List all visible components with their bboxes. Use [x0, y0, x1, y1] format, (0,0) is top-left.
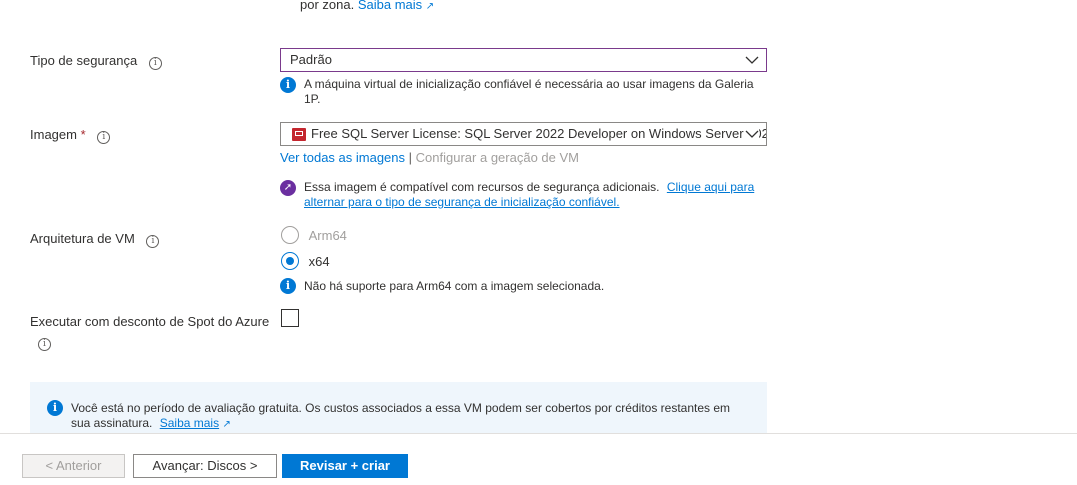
security-type-label: Tipo de segurança	[30, 53, 138, 68]
next-disks-button[interactable]: Avançar: Discos >	[133, 454, 277, 478]
vm-architecture-label-row: Arquitetura de VM i	[30, 231, 160, 248]
trial-learn-more-link[interactable]: Saiba mais	[160, 416, 219, 430]
image-notice: ➚ Essa imagem é compatível com recursos …	[280, 180, 755, 210]
required-mark: *	[80, 127, 86, 142]
image-value: Free SQL Server License: SQL Server 2022…	[311, 126, 766, 141]
chevron-down-icon	[745, 56, 759, 64]
radio-arm64-label: Arm64	[308, 227, 347, 243]
spot-label: Executar com desconto de Spot do Azure	[30, 314, 270, 329]
rocket-icon: ➚	[280, 180, 296, 196]
configure-vm-generation-link[interactable]: Configurar a geração de VM	[416, 150, 579, 165]
image-label: Imagem	[30, 127, 77, 142]
image-notice-text: Essa imagem é compatível com recursos de…	[304, 180, 660, 194]
security-type-value: Padrão	[290, 52, 332, 67]
info-icon[interactable]: i	[38, 338, 51, 351]
image-label-row: Imagem * i	[30, 127, 111, 144]
info-icon: i	[47, 400, 63, 416]
top-note: por zona. Saiba mais ↗	[300, 0, 434, 12]
radio-option-arm64[interactable]: Arm64	[281, 226, 347, 244]
info-icon[interactable]: i	[97, 131, 111, 144]
security-type-select[interactable]: Padrão	[280, 48, 767, 72]
security-type-label-row: Tipo de segurança i	[30, 53, 162, 70]
review-create-button[interactable]: Revisar + criar	[282, 454, 408, 478]
sql-server-logo-icon	[292, 128, 306, 141]
image-links: Ver todas as imagens | Configurar a gera…	[280, 150, 579, 165]
security-type-info-text: A máquina virtual de inicialização confi…	[304, 77, 754, 106]
footer-divider	[0, 433, 1077, 434]
see-all-images-link[interactable]: Ver todas as imagens	[280, 150, 405, 165]
vm-architecture-info-text: Não há suporte para Arm64 com a imagem s…	[304, 279, 605, 293]
top-note-learn-more-link[interactable]: Saiba mais	[358, 0, 422, 12]
info-icon[interactable]: i	[146, 235, 160, 248]
external-link-icon: ↗	[425, 1, 435, 12]
vm-architecture-label: Arquitetura de VM	[30, 231, 135, 246]
trial-banner: i Você está no período de avaliação grat…	[30, 382, 767, 433]
external-link-icon: ↗	[222, 419, 231, 430]
spot-label-row: Executar com desconto de Spot do Azure i	[30, 314, 275, 351]
vm-architecture-info: i Não há suporte para Arm64 com a imagem…	[280, 278, 760, 294]
radio-option-x64[interactable]: x64	[281, 252, 330, 270]
spot-checkbox[interactable]	[281, 309, 299, 327]
info-icon: i	[280, 77, 296, 93]
previous-button[interactable]: < Anterior	[22, 454, 125, 478]
info-icon: i	[280, 278, 296, 294]
chevron-down-icon	[745, 127, 759, 141]
security-type-info: i A máquina virtual de inicialização con…	[280, 77, 760, 107]
image-select[interactable]: Free SQL Server License: SQL Server 2022…	[280, 122, 767, 146]
radio-arm64[interactable]	[281, 226, 299, 244]
radio-x64-label: x64	[308, 253, 330, 269]
info-icon[interactable]: i	[148, 57, 162, 70]
link-separator: |	[408, 150, 413, 165]
radio-x64[interactable]	[281, 252, 299, 270]
top-note-text: por zona.	[300, 0, 355, 12]
